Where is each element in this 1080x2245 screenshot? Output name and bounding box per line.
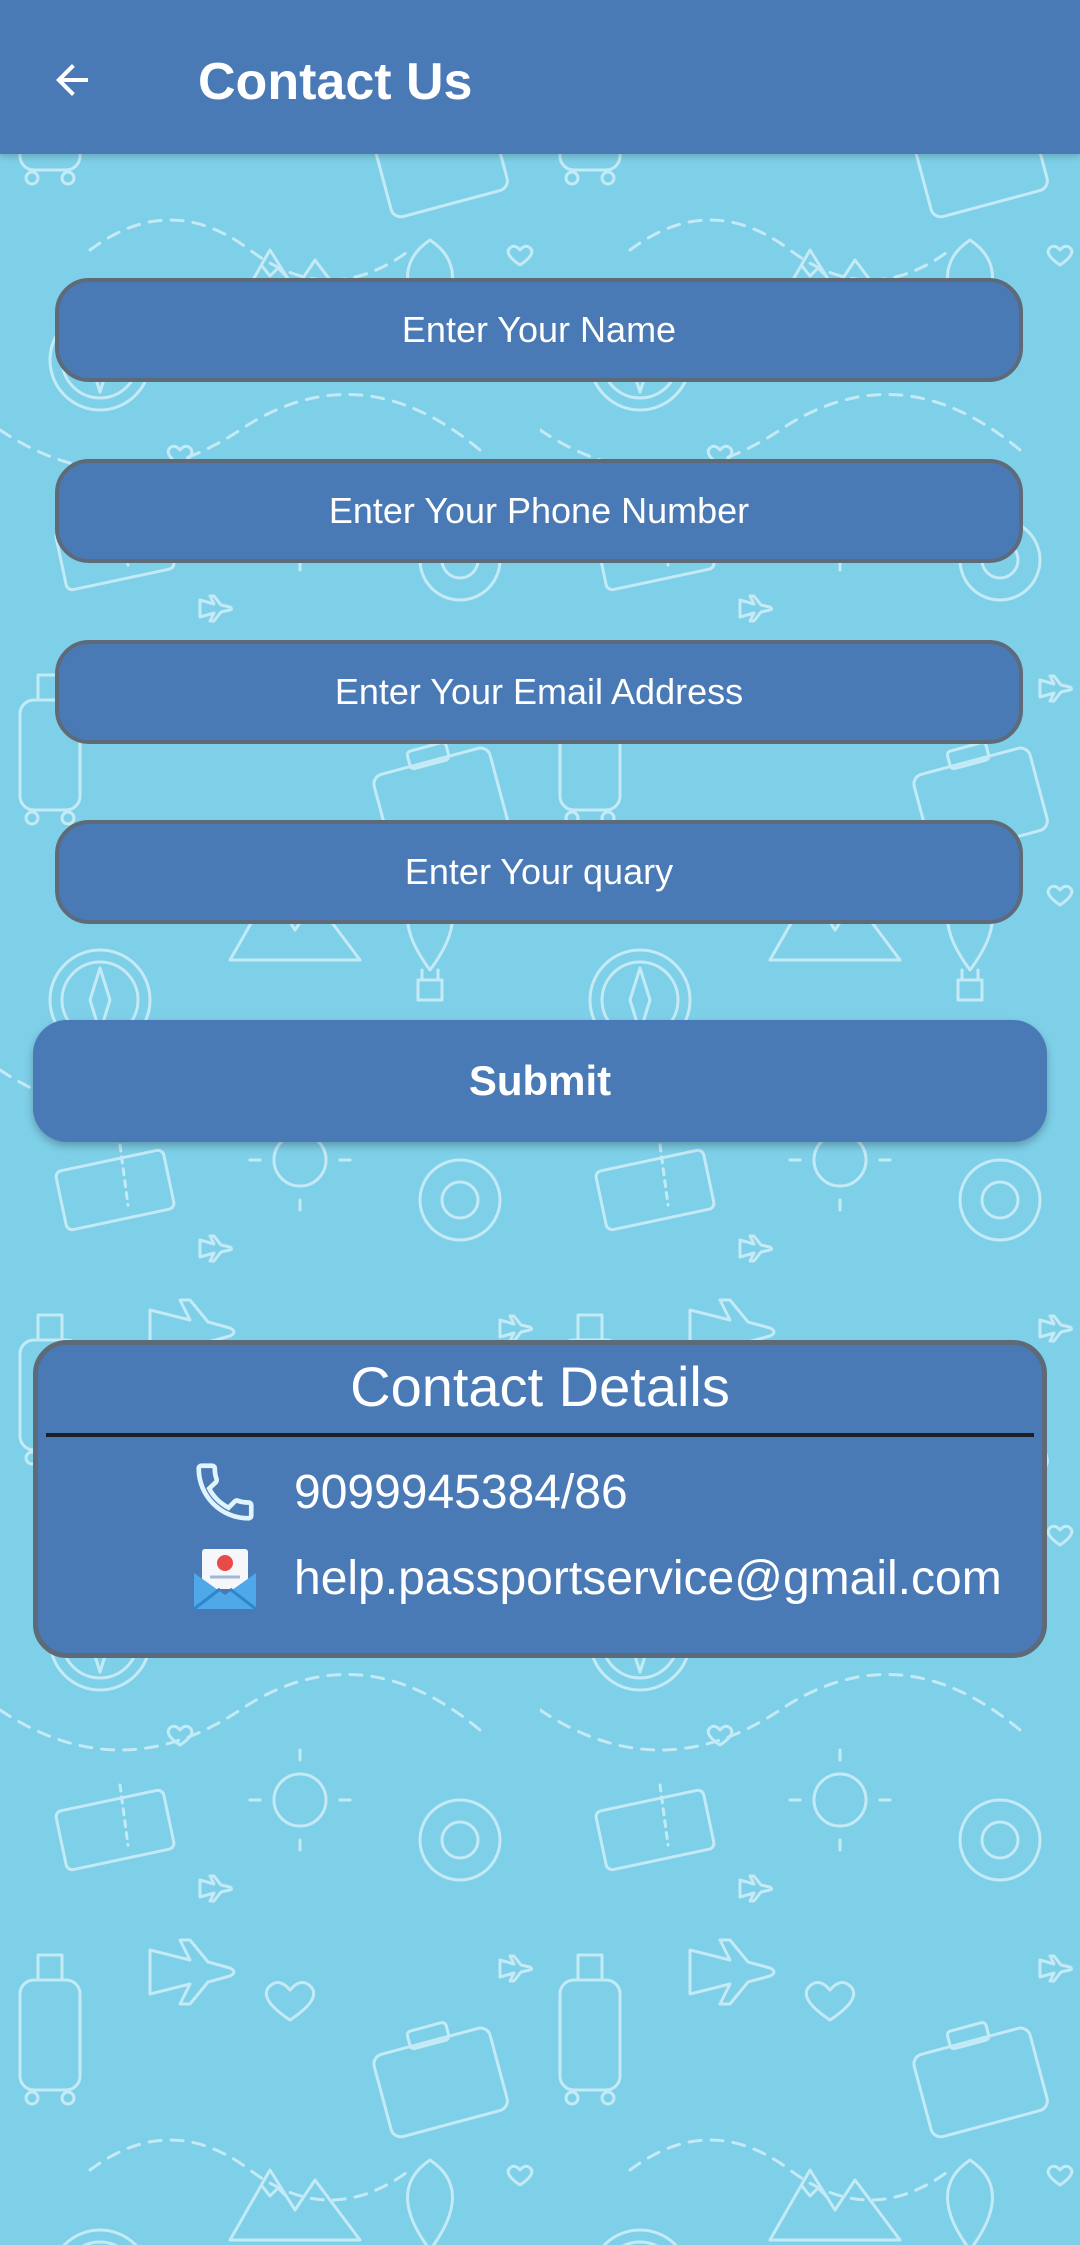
page-title: Contact Us	[198, 53, 473, 111]
phone-row[interactable]: 9099945384/86	[190, 1457, 628, 1527]
email-field[interactable]	[55, 640, 1023, 744]
name-input[interactable]	[59, 281, 1019, 379]
email-address: help.passportservice@gmail.com	[294, 1551, 1002, 1605]
contact-details-title: Contact Details	[350, 1355, 730, 1418]
phone-number: 9099945384/86	[294, 1465, 628, 1519]
email-row[interactable]: help.passportservice@gmail.com	[190, 1543, 1002, 1613]
query-input[interactable]	[59, 823, 1019, 921]
arrow-back-icon	[56, 64, 88, 96]
name-field[interactable]	[55, 278, 1023, 382]
phone-input[interactable]	[59, 462, 1019, 560]
back-button[interactable]	[38, 46, 106, 114]
email-input[interactable]	[59, 643, 1019, 741]
divider	[46, 1433, 1034, 1437]
phone-field[interactable]	[55, 459, 1023, 563]
query-field[interactable]	[55, 820, 1023, 924]
phone-icon	[196, 1463, 254, 1521]
email-icon	[193, 1549, 257, 1611]
submit-button[interactable]: Submit	[33, 1020, 1047, 1142]
app-bar: Contact Us	[0, 0, 1080, 154]
contact-details-card: Contact Details 9099945384/86 help.passp…	[33, 1340, 1047, 1658]
